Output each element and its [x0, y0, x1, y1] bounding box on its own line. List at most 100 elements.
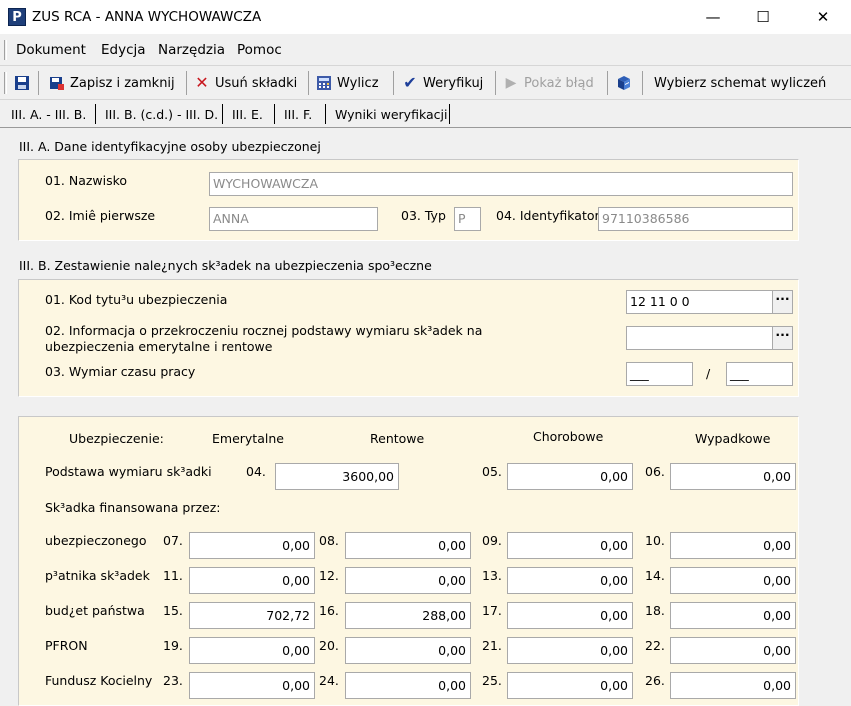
- podstawa-wypadkowe-field[interactable]: 0,00: [670, 463, 796, 490]
- row-label: p³atnika sk³adek: [45, 568, 150, 584]
- financed-by-label: Sk³adka finansowana przez:: [45, 500, 221, 516]
- field-number: 07.: [163, 533, 183, 549]
- section-a-title: III. A. Dane identyfikacyjne osoby ubezp…: [19, 139, 321, 154]
- section-b-title: III. B. Zestawienie nale¿nych sk³adek na…: [19, 258, 432, 273]
- minimize-button[interactable]: —: [690, 0, 736, 34]
- wymiar-denominator-field[interactable]: ___: [726, 362, 793, 386]
- wymiar-numerator-field[interactable]: ___: [626, 362, 693, 386]
- field-number: 10.: [645, 533, 665, 549]
- menu-edycja[interactable]: Edycja: [101, 41, 146, 59]
- schema-icon-button[interactable]: [613, 70, 635, 96]
- imie-label: 02. Imiê pierwsze: [45, 208, 155, 224]
- kod-tytulu-label: 01. Kod tytu³u ubezpieczenia: [45, 292, 227, 308]
- col-emerytalne: Emerytalne: [212, 431, 284, 447]
- tab-iii-f[interactable]: III. F.: [281, 104, 315, 126]
- amount-field[interactable]: 0,00: [345, 637, 471, 664]
- podstawa-chorobowe-field[interactable]: 0,00: [507, 463, 633, 490]
- amount-field[interactable]: 0,00: [189, 532, 315, 559]
- error-pointer-icon: ▶: [503, 75, 519, 91]
- save-close-label: Zapisz i zamknij: [70, 76, 175, 91]
- field-number: 19.: [163, 638, 183, 654]
- amount-field[interactable]: 0,00: [507, 602, 633, 629]
- tab-iii-a-b[interactable]: III. A. - III. B.: [8, 104, 89, 126]
- field-number: 06.: [645, 464, 665, 480]
- save-close-button[interactable]: Zapisz i zamknij: [46, 70, 178, 96]
- typ-label: 03. Typ: [401, 208, 446, 224]
- maximize-button[interactable]: ☐: [740, 0, 786, 34]
- tab-separator: [325, 104, 326, 124]
- toolbar-separator: [642, 71, 643, 95]
- show-error-button[interactable]: ▶ Pokaż błąd: [500, 70, 597, 96]
- menu-bar: Dokument Edycja Narzędzia Pomoc: [0, 34, 851, 66]
- field-number: 14.: [645, 568, 665, 584]
- field-number: 09.: [482, 533, 502, 549]
- menu-dokument[interactable]: Dokument: [16, 41, 86, 59]
- menu-grip: [4, 40, 7, 60]
- amount-field[interactable]: 0,00: [670, 602, 796, 629]
- tab-iii-e[interactable]: III. E.: [229, 104, 266, 126]
- row-label: PFRON: [45, 638, 88, 654]
- field-number: 22.: [645, 638, 665, 654]
- informacja-field[interactable]: ···: [626, 326, 793, 350]
- row-label: Fundusz Kocielny: [45, 673, 152, 689]
- field-number: 04.: [246, 464, 266, 480]
- amount-field[interactable]: 0,00: [345, 567, 471, 594]
- form-content: III. A. Dane identyfikacyjne osoby ubezp…: [0, 129, 851, 706]
- tab-separator: [222, 104, 223, 124]
- imie-field[interactable]: ANNA: [209, 207, 378, 231]
- title-bar: P ZUS RCA - ANNA WYCHOWAWCZA — ☐ ✕: [0, 0, 851, 34]
- field-number: 18.: [645, 603, 665, 619]
- kod-tytulu-value: 12 11 0 0: [630, 294, 690, 309]
- delete-contributions-button[interactable]: ✕ Usuń składki: [191, 70, 300, 96]
- col-wypadkowe: Wypadkowe: [695, 431, 770, 447]
- toolbar: Zapisz i zamknij ✕ Usuń składki Wylicz ✔…: [0, 66, 851, 100]
- amount-field[interactable]: 0,00: [507, 567, 633, 594]
- choose-schema-button[interactable]: Wybierz schemat wyliczeń: [651, 70, 829, 96]
- tab-separator: [274, 104, 275, 124]
- nazwisko-field[interactable]: WYCHOWAWCZA: [209, 172, 793, 196]
- window-title: ZUS RCA - ANNA WYCHOWAWCZA: [32, 8, 261, 26]
- amount-field[interactable]: 0,00: [345, 672, 471, 699]
- amount-field[interactable]: 0,00: [670, 672, 796, 699]
- kod-tytulu-field[interactable]: 12 11 0 0 ···: [626, 290, 793, 314]
- menu-pomoc[interactable]: Pomoc: [237, 41, 282, 59]
- field-number: 20.: [319, 638, 339, 654]
- toolbar-grip: [4, 72, 7, 94]
- save-button[interactable]: [11, 70, 33, 96]
- amount-field[interactable]: 288,00: [345, 602, 471, 629]
- amount-field[interactable]: 0,00: [189, 672, 315, 699]
- tab-iii-b-d[interactable]: III. B. (c.d.) - III. D.: [102, 104, 221, 126]
- typ-field[interactable]: P: [454, 207, 481, 231]
- close-button[interactable]: ✕: [800, 0, 846, 34]
- amount-field[interactable]: 0,00: [189, 567, 315, 594]
- nazwisko-label: 01. Nazwisko: [45, 173, 127, 189]
- amount-field[interactable]: 0,00: [345, 532, 471, 559]
- podstawa-emerytalne-field[interactable]: 3600,00: [275, 463, 399, 490]
- calculator-icon: [316, 75, 332, 91]
- section-a-panel: 01. Nazwisko WYCHOWAWCZA 02. Imiê pierws…: [18, 159, 799, 241]
- tab-separator: [95, 104, 96, 124]
- calculate-button[interactable]: Wylicz: [313, 70, 382, 96]
- verify-button[interactable]: ✔ Weryfikuj: [399, 70, 486, 96]
- field-number: 08.: [319, 533, 339, 549]
- informacja-browse-button[interactable]: ···: [772, 327, 792, 349]
- toolbar-separator: [607, 71, 608, 95]
- amount-field[interactable]: 0,00: [507, 672, 633, 699]
- amount-field[interactable]: 0,00: [507, 637, 633, 664]
- identyfikator-field[interactable]: 97110386586: [598, 207, 793, 231]
- row-label: bud¿et państwa: [45, 603, 145, 619]
- field-number: 16.: [319, 603, 339, 619]
- amount-field[interactable]: 0,00: [189, 637, 315, 664]
- amount-field[interactable]: 0,00: [670, 567, 796, 594]
- tab-verification-results[interactable]: Wyniki weryfikacji: [332, 104, 450, 126]
- informacja-label-line2: ubezpieczenia emerytalne i rentowe: [45, 339, 272, 355]
- toolbar-separator: [186, 71, 187, 95]
- app-icon: P: [8, 8, 26, 26]
- field-number: 26.: [645, 673, 665, 689]
- menu-narzedzia[interactable]: Narzędzia: [158, 41, 225, 59]
- amount-field[interactable]: 0,00: [670, 532, 796, 559]
- amount-field[interactable]: 0,00: [670, 637, 796, 664]
- amount-field[interactable]: 0,00: [507, 532, 633, 559]
- amount-field[interactable]: 702,72: [189, 602, 315, 629]
- kod-tytulu-browse-button[interactable]: ···: [772, 291, 792, 313]
